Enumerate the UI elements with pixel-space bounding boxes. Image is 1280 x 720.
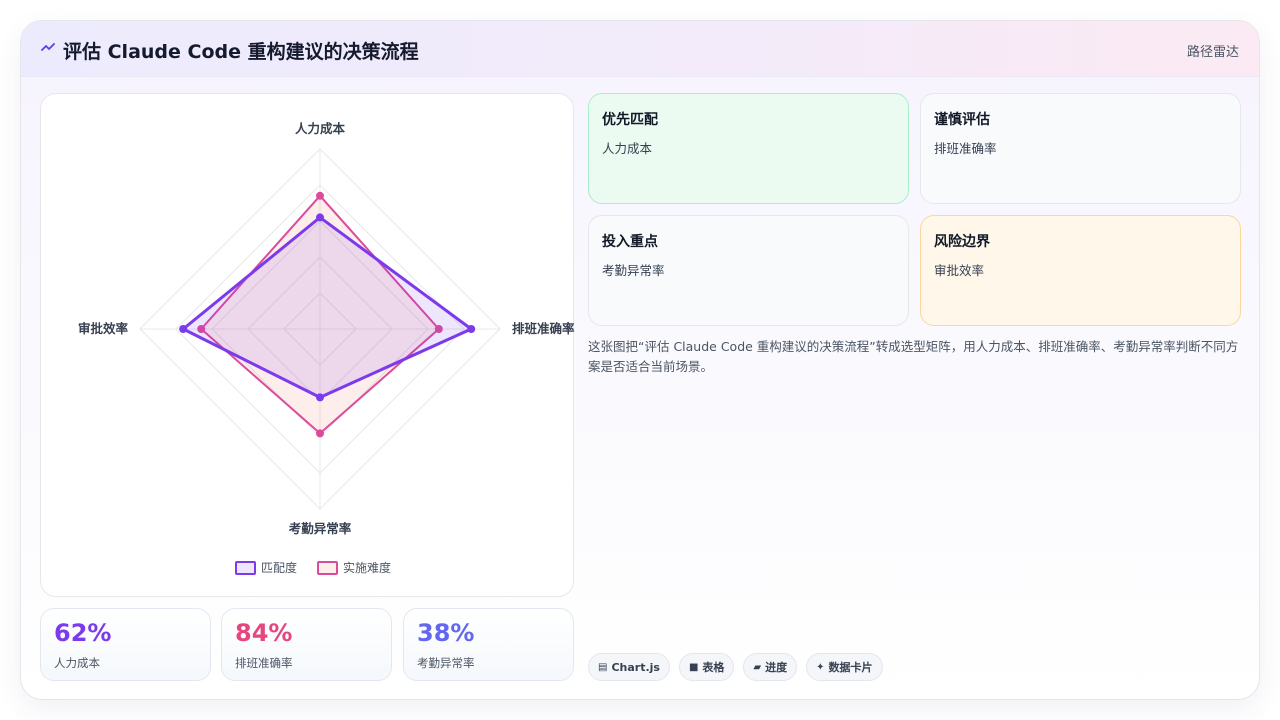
radar-axis-label: 审批效率 <box>78 321 129 336</box>
radar-series-area <box>181 215 473 399</box>
stat-card-labor-cost: 62% 人力成本 <box>40 608 211 681</box>
card-desc: 考勤异常率 <box>602 263 665 278</box>
radar-axis-label: 排班准确率 <box>512 321 575 336</box>
card-priority-match: 优先匹配 人力成本 <box>588 93 909 204</box>
card-title: 优先匹配 <box>602 112 658 128</box>
stat-value: 38% <box>417 619 475 647</box>
trend-line-icon <box>41 43 55 51</box>
radar-point <box>316 191 324 200</box>
header-bar: 评估 Claude Code 重构建议的决策流程 路径雷达 <box>21 21 1259 77</box>
tag-progress[interactable]: ▰ 进度 <box>743 653 798 681</box>
radar-point <box>179 325 188 333</box>
legend-swatch <box>235 561 256 575</box>
radar-point <box>316 213 324 222</box>
view-label: 路径雷达 <box>1186 45 1239 60</box>
tag-table[interactable]: ■ 表格 <box>678 653 735 681</box>
legend-label: 匹配度 <box>261 560 297 575</box>
sparkle-icon: ✦ <box>816 661 825 673</box>
stat-label: 考勤异常率 <box>417 656 475 670</box>
stat-value: 62% <box>54 619 112 647</box>
chart-icon: ▤ <box>598 661 608 673</box>
card-investment-focus: 投入重点 考勤异常率 <box>588 215 909 326</box>
radar-point <box>316 393 324 402</box>
tag-label: 表格 <box>702 661 725 674</box>
progress-icon: ▰ <box>753 661 762 673</box>
card-title: 风险边界 <box>934 234 990 250</box>
radar-chart: 人力成本排班准确率考勤异常率 审批效率匹配度 实施难度 <box>78 121 575 575</box>
tag-label: 进度 <box>765 661 788 674</box>
card-desc: 审批效率 <box>934 263 985 278</box>
radar-chart-panel: 人力成本排班准确率考勤异常率 审批效率匹配度 实施难度 <box>40 93 575 597</box>
legend-label: 实施难度 <box>343 560 391 575</box>
table-icon: ■ <box>688 661 699 673</box>
radar-point <box>467 325 476 333</box>
feature-tags: ▤ Chart.js ■ 表格 ▰ 进度 ✦ 数据卡片 <box>588 653 883 681</box>
tag-chartjs[interactable]: ▤ Chart.js <box>588 653 670 681</box>
stat-card-schedule-accuracy: 84% 排班准确率 <box>221 608 392 681</box>
chart-description: 这张图把“评估 Claude Code 重构建议的决策流程”转成选型矩阵，用人力… <box>588 339 1239 374</box>
card-risk-boundary: 风险边界 审批效率 <box>920 215 1241 326</box>
card-desc: 排班准确率 <box>934 141 997 156</box>
radar-point <box>316 429 324 438</box>
dashboard-frame: 评估 Claude Code 重构建议的决策流程 路径雷达 人力成本 排班准确率考… <box>20 20 1260 700</box>
tag-label: Chart.js <box>611 660 660 674</box>
tag-data-cards[interactable]: ✦ 数据卡片 <box>806 653 883 681</box>
card-title: 谨慎评估 <box>934 112 990 128</box>
stat-value: 84% <box>235 619 293 647</box>
stat-label: 人力成本 <box>54 656 100 670</box>
radar-axis-label: 考勤异常率 <box>289 521 352 536</box>
legend-swatch <box>317 561 338 575</box>
stat-card-attendance-anomaly: 38% 考勤异常率 <box>403 608 574 681</box>
page-title: 评估 Claude Code 重构建议的决策流程 <box>63 41 419 63</box>
tag-label: 数据卡片 <box>828 661 873 674</box>
card-desc: 人力成本 <box>602 141 653 156</box>
card-careful-evaluation: 谨慎评估 排班准确率 <box>920 93 1241 204</box>
card-title: 投入重点 <box>602 234 658 250</box>
radar-axis-label: 人力成本 <box>295 121 346 136</box>
stat-label: 排班准确率 <box>235 656 293 670</box>
